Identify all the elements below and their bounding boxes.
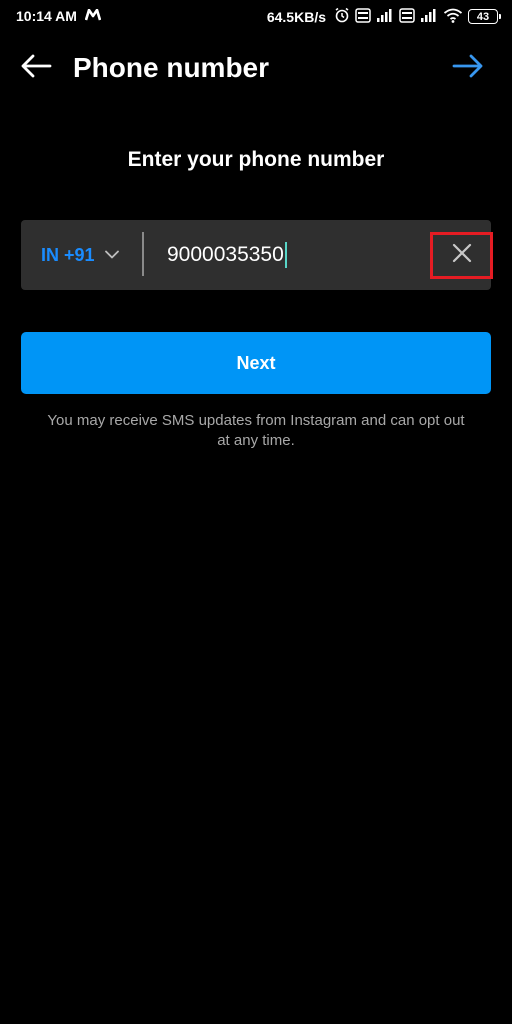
- phone-prompt: Enter your phone number: [127, 148, 385, 171]
- phone-number-value: 9000035350: [167, 243, 284, 266]
- forward-button[interactable]: [450, 50, 486, 86]
- status-bar: 10:14 AM 64.5KB/s 43: [0, 0, 512, 34]
- m-logo-icon: [84, 8, 102, 24]
- network-speed: 64.5KB/s: [266, 8, 326, 25]
- status-left: 10:14 AM: [16, 8, 102, 24]
- battery-icon: 43: [468, 9, 501, 24]
- alarm-icon: [334, 7, 350, 26]
- signal-icon-2: [420, 8, 438, 25]
- input-divider: [142, 232, 144, 276]
- close-icon: [452, 243, 472, 268]
- signal-icon: [376, 8, 394, 25]
- back-button[interactable]: [18, 50, 54, 86]
- status-right: 64.5KB/s 43: [266, 7, 501, 26]
- volte-icon: [355, 7, 371, 26]
- phone-input-box: IN +91 9000035350: [21, 220, 493, 290]
- text-caret: [284, 242, 287, 268]
- battery-level: 43: [476, 10, 490, 23]
- country-code-picker[interactable]: IN +91: [41, 220, 119, 290]
- clear-input-button[interactable]: [430, 232, 493, 279]
- arrow-right-icon: [452, 54, 484, 83]
- volte-icon-2: [399, 7, 415, 26]
- phone-number-input[interactable]: 9000035350: [167, 220, 417, 290]
- page-title: Phone number: [73, 52, 270, 83]
- wifi-icon: [443, 8, 463, 26]
- status-time: 10:14 AM: [16, 8, 77, 24]
- chevron-down-icon: [104, 246, 119, 264]
- arrow-left-icon: [20, 54, 52, 83]
- sms-disclaimer: You may receive SMS updates from Instagr…: [47, 412, 465, 449]
- next-button[interactable]: Next: [21, 332, 491, 394]
- country-code-label: IN +91: [41, 244, 95, 265]
